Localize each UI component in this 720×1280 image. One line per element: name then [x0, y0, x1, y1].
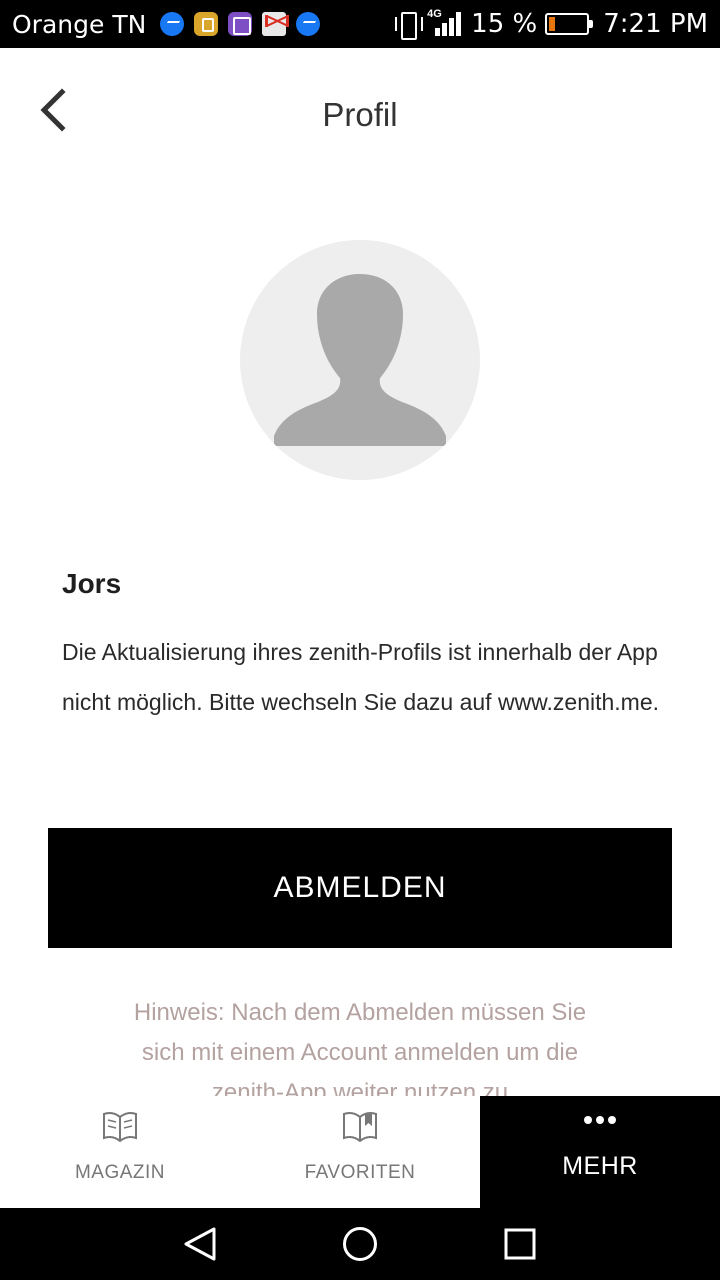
tab-mehr[interactable]: MEHR — [480, 1096, 720, 1208]
bottom-tab-bar: MAGAZIN FAVORITEN MEHR — [0, 1096, 720, 1208]
tab-mehr-label: MEHR — [562, 1152, 638, 1180]
battery-icon — [545, 13, 594, 35]
nav-back-button[interactable] — [182, 1226, 218, 1262]
app-header: Profil — [0, 48, 720, 178]
network-type: 4G — [427, 8, 442, 20]
gmail-icon — [262, 12, 290, 36]
open-book-icon — [103, 1112, 137, 1143]
signal-icon: 4G — [427, 8, 463, 38]
tab-favoriten[interactable]: FAVORITEN — [240, 1096, 480, 1208]
user-silhouette-icon — [274, 274, 446, 446]
messenger-icon — [160, 12, 185, 36]
carrier-name: Orange TN — [12, 9, 147, 39]
page-title: Profil — [322, 96, 398, 133]
logout-button[interactable]: ABMELDEN — [48, 828, 672, 948]
tab-magazin[interactable]: MAGAZIN — [0, 1096, 240, 1208]
gallery-icon — [228, 12, 253, 36]
tab-magazin-label: MAGAZIN — [74, 1162, 166, 1183]
nav-recents-button[interactable] — [502, 1226, 538, 1262]
messenger-icon — [296, 12, 321, 36]
avatar[interactable] — [240, 240, 480, 480]
battery-percent: 15 % — [471, 9, 538, 39]
app-notification-icon — [194, 12, 219, 36]
logout-hint-text: Hinweis: Nach dem Abmelden müssen Sie si… — [133, 999, 587, 1096]
square-recents-icon — [504, 1228, 536, 1260]
tab-favoriten-label: FAVORITEN — [304, 1162, 416, 1183]
profile-update-note: Die Aktualisierung ihres zenith-Profils … — [62, 639, 660, 715]
triangle-back-icon — [184, 1227, 216, 1261]
status-left: Orange TN — [12, 0, 321, 48]
clock: 7:21 PM — [603, 9, 708, 39]
system-nav-bar — [0, 1208, 720, 1280]
status-right: 4G 15 % 7:21 PM — [395, 0, 708, 48]
bookmarked-book-icon — [343, 1112, 377, 1143]
circle-home-icon — [343, 1227, 377, 1261]
more-dots-icon — [580, 1116, 620, 1128]
vibrate-icon — [395, 11, 424, 40]
profile-name: Jors — [62, 568, 122, 599]
nav-home-button[interactable] — [342, 1226, 378, 1262]
status-bar: Orange TN 4G 15 % 7:21 PM — [0, 0, 720, 48]
